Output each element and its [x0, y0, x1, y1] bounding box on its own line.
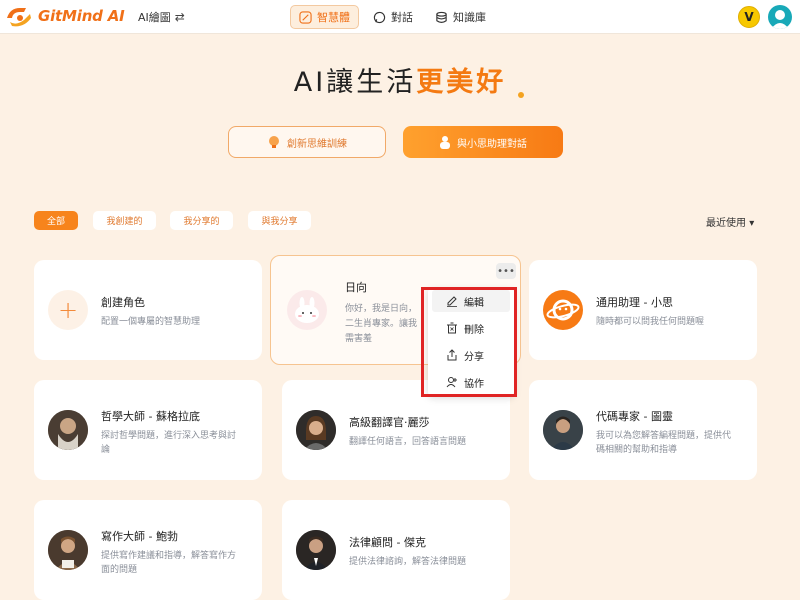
filter-created-by-me[interactable]: 我創建的 [93, 211, 156, 230]
hero-title-prefix: AI讓生活 [293, 67, 417, 98]
database-icon [436, 11, 447, 23]
nav-tab-agents[interactable]: 智慧體 [290, 5, 359, 29]
agent-card-writer[interactable]: 寫作大師 - 鮑勃 提供寫作建議和指導，解答寫作方 面的問題 [34, 500, 262, 600]
card-description-line-2: 論 [101, 445, 111, 455]
creative-training-button[interactable]: 創新思維訓練 [228, 126, 386, 158]
philosopher-avatar [48, 410, 88, 450]
gitmind-logo-icon [7, 8, 31, 27]
nav-tab-knowledge[interactable]: 知識庫 [427, 5, 494, 29]
sort-label: 最近使用 [706, 218, 746, 229]
card-description-line-2: 碼相關的幫助和指導 [596, 445, 678, 455]
card-description-line-1: 我可以為您解答編程問題，提供代 [596, 431, 732, 441]
ai-draw-switch[interactable]: AI繪圖 ⇄ [138, 9, 185, 25]
card-description: 配置一個專屬的智慧助理 [101, 317, 201, 327]
main-nav: 智慧體 對話 知識庫 [290, 5, 494, 29]
card-description-line-2: 面的問題 [101, 565, 138, 575]
chat-with-assistant-label: 與小思助理對話 [457, 138, 527, 150]
hero-title: AI讓生活更美好 [0, 60, 800, 99]
lightbulb-icon [269, 136, 279, 148]
card-description: 提供法律諮詢，解答法律問題 [349, 557, 467, 567]
highlight-box [421, 287, 517, 397]
card-title: 代碼專家 - 圖靈 [596, 410, 673, 423]
agent-card-assistant[interactable]: 通用助理 - 小思 隨時都可以問我任何問題喔 [529, 260, 757, 360]
coder-avatar [543, 410, 583, 450]
translator-avatar [296, 410, 336, 450]
card-title: 寫作大師 - 鮑勃 [101, 530, 178, 543]
nav-tab-label: 智慧體 [317, 11, 350, 24]
card-description: 隨時都可以問我任何問題喔 [596, 317, 705, 327]
nav-tab-label: 對話 [391, 11, 413, 24]
card-description-line-1: 探討哲學問題，進行深入思考與討 [101, 431, 237, 441]
agent-card-lawyer[interactable]: 法律顧問 - 傑克 提供法律諮詢，解答法律問題 [282, 500, 510, 600]
card-title: 創建角色 [101, 296, 145, 309]
chat-bubble-icon [373, 11, 386, 23]
card-description-line-2: 二生肖專家。讓我 [345, 319, 418, 329]
more-options-button[interactable]: ••• [496, 263, 516, 279]
bunny-avatar [287, 290, 327, 330]
chevron-down-icon: ▾ [749, 218, 755, 229]
plus-icon: + [48, 290, 88, 330]
card-title: 法律顧問 - 傑克 [349, 536, 426, 549]
nav-tab-label: 知識庫 [453, 11, 486, 24]
card-description-line-1: 你好，我是日向， [345, 304, 418, 314]
leaf-icon [299, 10, 312, 24]
user-avatar-icon [771, 10, 789, 29]
vip-badge[interactable]: V [738, 6, 760, 28]
assistant-icon [440, 136, 450, 149]
agent-card-coder[interactable]: 代碼專家 - 圖靈 我可以為您解答編程問題，提供代 碼相關的幫助和指導 [529, 380, 757, 480]
card-description-line-1: 提供寫作建議和指導，解答寫作方 [101, 551, 237, 561]
ai-draw-label: AI繪圖 [138, 11, 171, 24]
creative-training-label: 創新思維訓練 [287, 138, 347, 150]
filter-shared-by-me[interactable]: 我分享的 [170, 211, 233, 230]
switch-icon: ⇄ [174, 10, 185, 24]
user-avatar[interactable] [768, 5, 792, 29]
sort-dropdown[interactable]: 最近使用 ▾ [706, 214, 754, 229]
top-bar: GitMind AI AI繪圖 ⇄ 智慧體 對話 知識庫 V [0, 0, 800, 34]
nav-tab-chat[interactable]: 對話 [365, 5, 421, 29]
filter-all[interactable]: 全部 [34, 211, 78, 230]
agent-card-philosopher[interactable]: 哲學大師 - 蘇格拉底 探討哲學問題，進行深入思考與討 論 [34, 380, 262, 480]
app-logo[interactable]: GitMind AI [4, 4, 125, 28]
lawyer-avatar [296, 530, 336, 570]
decorative-dot [518, 92, 524, 98]
card-title: 日向 [345, 281, 367, 294]
create-role-card[interactable]: + 創建角色 配置一個專屬的智慧助理 [34, 260, 262, 360]
card-title: 高級翻譯官·麗莎 [349, 416, 430, 429]
card-title: 哲學大師 - 蘇格拉底 [101, 410, 200, 423]
card-description-line-3: 需害羞 [345, 334, 373, 344]
planet-logo-avatar [543, 290, 583, 330]
card-description: 翻譯任何語言，回答語言問題 [349, 437, 467, 447]
hero-title-highlight: 更美好 [416, 67, 507, 98]
app-name: GitMind AI [38, 7, 125, 25]
card-title: 通用助理 - 小思 [596, 296, 673, 309]
writer-avatar [48, 530, 88, 570]
chat-with-assistant-button[interactable]: 與小思助理對話 [403, 126, 563, 158]
filter-shared-with-me[interactable]: 與我分享 [248, 211, 311, 230]
